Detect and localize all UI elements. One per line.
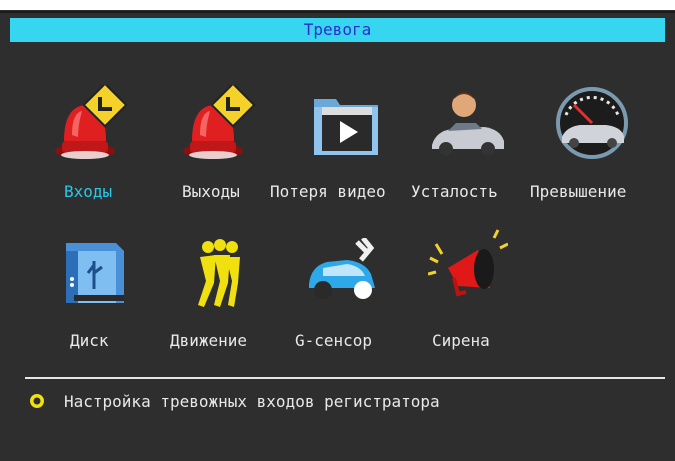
menu-item-g-sensor[interactable] xyxy=(305,236,380,308)
dialog-title: Тревога xyxy=(10,18,665,42)
menu-item-label: Движение xyxy=(170,331,248,350)
menu-item-label: G-сенсор xyxy=(295,331,373,350)
menu-item-video-loss[interactable] xyxy=(308,85,388,165)
menu-item-disk[interactable] xyxy=(54,235,134,315)
top-border xyxy=(0,11,675,13)
siren-icon xyxy=(427,229,509,297)
motion-icon xyxy=(198,239,240,307)
fatigue-icon xyxy=(432,92,504,156)
divider xyxy=(25,377,665,379)
menu-item-inputs[interactable] xyxy=(50,82,130,165)
menu-item-label: Входы xyxy=(64,182,113,201)
menu-item-label: Выходы xyxy=(182,182,240,201)
disk-icon xyxy=(66,243,124,303)
menu-item-speeding[interactable] xyxy=(552,85,632,165)
g-sensor-icon xyxy=(309,236,375,299)
alarm-input-icon xyxy=(55,82,128,159)
alarm-output-icon xyxy=(183,82,256,159)
menu-item-label: Сирена xyxy=(432,331,490,350)
menu-item-siren[interactable] xyxy=(427,228,509,308)
menu-item-motion[interactable] xyxy=(186,235,256,315)
menu-item-fatigue[interactable] xyxy=(428,85,508,165)
menu-item-label: Усталость xyxy=(411,182,498,201)
menu-item-label: Превышение xyxy=(530,182,627,201)
menu-item-label: Диск xyxy=(70,331,109,350)
menu-item-label: Потеря видео xyxy=(270,182,386,201)
info-bullet-icon xyxy=(30,394,44,408)
menu-item-outputs[interactable] xyxy=(178,82,258,165)
speeding-icon xyxy=(556,87,628,159)
help-text: Настройка тревожных входов регистратора xyxy=(64,392,440,411)
video-loss-icon xyxy=(314,99,378,155)
